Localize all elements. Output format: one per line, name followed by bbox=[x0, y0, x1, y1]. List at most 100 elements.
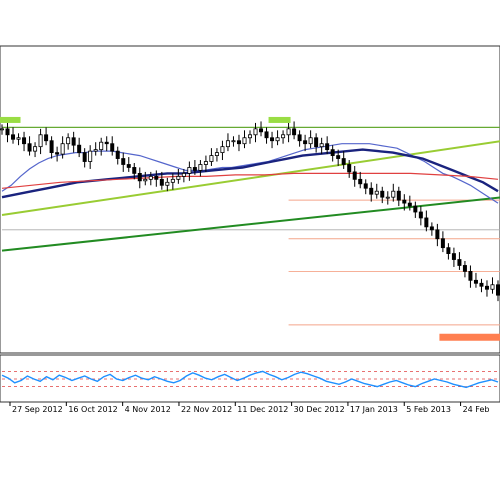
bar-body bbox=[347, 164, 352, 173]
bar-body bbox=[132, 167, 137, 174]
bar-body bbox=[126, 164, 131, 168]
bar-body bbox=[225, 140, 230, 148]
chart: 27 Sep 2012 16 Oct 2012 4 Nov 2012 22 Nov 2… bbox=[0, 0, 500, 500]
bar-body bbox=[165, 181, 170, 186]
bar-body bbox=[418, 211, 423, 219]
bar-body bbox=[198, 164, 203, 171]
date-tick-label: 22 Nov 2012 bbox=[181, 405, 232, 414]
bar-body bbox=[286, 128, 291, 136]
date-tick-label: 27 Sep 2012 bbox=[12, 405, 63, 414]
bar-body bbox=[137, 172, 142, 182]
bar-body bbox=[473, 279, 478, 284]
bar-body bbox=[308, 137, 313, 145]
bar-body bbox=[358, 178, 363, 185]
high-marker-1 bbox=[268, 116, 291, 123]
bar-body bbox=[71, 137, 76, 146]
bar-body bbox=[440, 238, 445, 249]
bar-body bbox=[27, 143, 32, 152]
bar-body bbox=[214, 152, 219, 156]
bar-body bbox=[341, 158, 346, 165]
bar-body bbox=[176, 175, 181, 180]
bar-body bbox=[424, 217, 429, 228]
bar-body bbox=[33, 146, 38, 152]
bar-body bbox=[110, 143, 115, 152]
bar-body bbox=[330, 149, 335, 156]
bar-body bbox=[60, 143, 65, 155]
bar-body bbox=[374, 190, 379, 195]
bar-body bbox=[479, 282, 484, 287]
bar-body bbox=[495, 284, 500, 296]
bar-body bbox=[396, 190, 401, 201]
date-tick-label: 4 Nov 2012 bbox=[125, 405, 171, 414]
bar-body bbox=[385, 196, 390, 199]
bar-body bbox=[281, 134, 286, 139]
bar-body bbox=[5, 128, 10, 136]
bar-body bbox=[209, 155, 214, 162]
bar-body bbox=[55, 152, 60, 155]
bar-body bbox=[115, 150, 120, 159]
date-tick-label: 24 Feb bbox=[463, 405, 490, 414]
bar-body bbox=[104, 141, 109, 145]
bar-body bbox=[259, 128, 264, 133]
bar-body bbox=[270, 137, 275, 142]
date-tick-label: 17 Jan 2013 bbox=[350, 405, 398, 414]
date-tick-label: 5 Feb 2013 bbox=[406, 405, 451, 414]
bar-body bbox=[380, 190, 385, 198]
bar-body bbox=[363, 183, 368, 189]
bar-body bbox=[468, 271, 473, 281]
bar-body bbox=[44, 134, 49, 142]
bar-body bbox=[352, 171, 357, 180]
date-tick-label: 11 Dec 2012 bbox=[237, 405, 288, 414]
bar-body bbox=[253, 128, 258, 136]
bar-body bbox=[154, 175, 159, 180]
bar-body bbox=[292, 128, 297, 136]
bar-body bbox=[11, 134, 16, 140]
bar-body bbox=[446, 247, 451, 254]
bar-body bbox=[490, 284, 495, 290]
bar-body bbox=[16, 137, 21, 140]
bar-body bbox=[159, 178, 164, 186]
high-marker-0 bbox=[0, 116, 21, 123]
bar-body bbox=[247, 134, 252, 139]
bar-body bbox=[220, 146, 225, 154]
bar-body bbox=[264, 131, 269, 139]
target-zone bbox=[439, 333, 500, 341]
bar-body bbox=[22, 137, 27, 145]
date-tick-label: 16 Oct 2012 bbox=[68, 405, 117, 414]
bar-body bbox=[462, 265, 467, 272]
bar-body bbox=[82, 152, 87, 162]
date-tick-label: 30 Dec 2012 bbox=[294, 405, 345, 414]
chart-background bbox=[0, 0, 500, 500]
bar-body bbox=[49, 140, 54, 154]
bar-body bbox=[170, 178, 175, 183]
bar-body bbox=[297, 134, 302, 142]
bar-body bbox=[236, 140, 241, 145]
bar-body bbox=[402, 199, 407, 204]
bar-body bbox=[407, 202, 412, 207]
bar-body bbox=[314, 137, 319, 148]
bar-body bbox=[77, 144, 82, 154]
bar-body bbox=[451, 253, 456, 260]
bar-body bbox=[88, 150, 93, 162]
bar-body bbox=[325, 143, 330, 151]
bar-body bbox=[435, 229, 440, 240]
bar-body bbox=[429, 226, 434, 231]
bar-body bbox=[203, 161, 208, 165]
bar-body bbox=[369, 187, 374, 195]
bar-body bbox=[93, 149, 98, 152]
bar-body bbox=[319, 143, 324, 148]
bar-body bbox=[148, 175, 153, 180]
bar-body bbox=[457, 259, 462, 266]
bar-body bbox=[413, 205, 418, 213]
bar-body bbox=[0, 128, 4, 131]
bar-body bbox=[242, 137, 247, 145]
bar-body bbox=[181, 172, 186, 177]
bar-body bbox=[66, 137, 71, 145]
bar-body bbox=[303, 140, 308, 145]
bar-body bbox=[99, 141, 104, 151]
bar-body bbox=[231, 140, 236, 143]
bar-body bbox=[275, 137, 280, 142]
bar-body bbox=[38, 134, 43, 148]
bar-body bbox=[336, 155, 341, 159]
bar-body bbox=[484, 285, 489, 290]
